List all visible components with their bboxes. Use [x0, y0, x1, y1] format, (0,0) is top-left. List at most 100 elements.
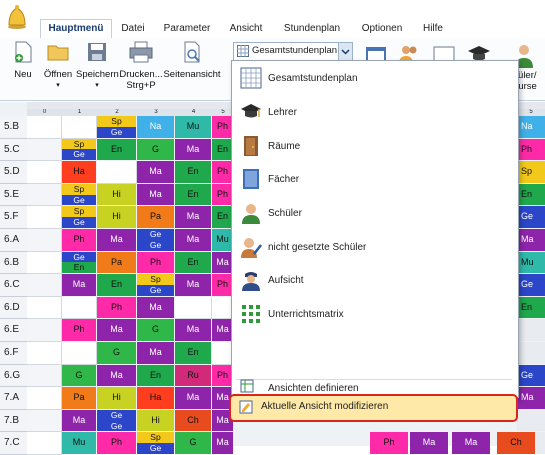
timetable-cell-empty[interactable]: [62, 342, 97, 365]
menu-item-schueler[interactable]: Schüler: [232, 199, 518, 229]
timetable-cell[interactable]: Ma: [62, 409, 96, 432]
timetable-cell[interactable]: Ph: [212, 116, 233, 138]
timetable-cell[interactable]: Ge: [62, 149, 96, 161]
timetable-cell[interactable]: Ma: [97, 319, 136, 341]
timetable-cell[interactable]: En: [97, 274, 136, 296]
timetable-cell-empty[interactable]: [27, 116, 62, 139]
timetable-cell-empty[interactable]: [27, 274, 62, 297]
menu-item-faecher[interactable]: Fächer: [232, 165, 518, 195]
timetable-cell-empty[interactable]: [27, 409, 62, 433]
timetable-cell[interactable]: Mu: [175, 116, 211, 138]
chevron-down-icon[interactable]: [338, 43, 352, 60]
timetable-cell[interactable]: Mu: [517, 251, 545, 274]
timetable-cell[interactable]: En: [175, 251, 211, 274]
timetable-cell[interactable]: En: [517, 183, 545, 206]
timetable-cell[interactable]: Ge: [137, 239, 174, 251]
timetable-cell-empty[interactable]: [27, 206, 62, 229]
row-header[interactable]: 7.B: [0, 409, 28, 433]
timetable-cell[interactable]: Ma: [175, 274, 211, 296]
view-select[interactable]: Gesamtstundenplan: [233, 42, 353, 61]
timetable-cell[interactable]: Sp: [137, 432, 174, 444]
timetable-cell[interactable]: Ge: [97, 420, 136, 432]
timetable-cell[interactable]: G: [62, 364, 96, 387]
timetable-cell[interactable]: Ma: [517, 387, 545, 409]
timetable-cell-empty[interactable]: [27, 251, 62, 275]
timetable-cell[interactable]: Ma: [175, 387, 211, 409]
menu-item-aktuelle-ansicht-modifizieren[interactable]: Aktuelle Ansicht modifizieren: [229, 394, 518, 422]
timetable-cell[interactable]: Ma: [97, 364, 136, 387]
timetable-cell[interactable]: En: [212, 138, 233, 161]
timetable-cell[interactable]: Ph: [97, 296, 136, 319]
row-header[interactable]: 6.G: [0, 364, 28, 388]
timetable-cell[interactable]: Hi: [137, 409, 174, 432]
timetable-cell[interactable]: G: [175, 432, 211, 454]
row-header[interactable]: 5.F: [0, 206, 28, 229]
timetable-cell[interactable]: Hi: [97, 387, 136, 409]
timetable-cell[interactable]: En: [212, 206, 233, 228]
timetable-cell[interactable]: Hi: [97, 206, 136, 228]
timetable-cell[interactable]: Mu: [212, 229, 233, 251]
row-header[interactable]: 5.B: [0, 116, 28, 139]
timetable-cell[interactable]: G: [137, 319, 174, 341]
timetable-cell-empty[interactable]: [62, 296, 97, 320]
timetable-cell[interactable]: [517, 342, 545, 364]
menu-item-raeume[interactable]: Räume: [232, 132, 518, 162]
print-button[interactable]: Drucken... Strg+P: [119, 40, 163, 91]
timetable-cell[interactable]: En: [175, 342, 211, 364]
timetable-cell[interactable]: Ma: [452, 432, 490, 454]
page-preview-button[interactable]: Seitenansicht: [163, 40, 221, 80]
timetable-cell[interactable]: Pa: [62, 387, 96, 409]
menu-item-nicht-gesetzte-schueler[interactable]: nicht gesetzte Schüler: [232, 233, 518, 263]
timetable-cell-empty[interactable]: [27, 387, 62, 410]
timetable-cell[interactable]: Na: [517, 116, 545, 138]
timetable-cell[interactable]: En: [137, 364, 174, 387]
row-header[interactable]: 5.E: [0, 183, 28, 207]
timetable-cell-empty[interactable]: [27, 319, 62, 342]
row-header[interactable]: 6.E: [0, 319, 28, 342]
row-header[interactable]: 6.D: [0, 296, 28, 320]
row-header[interactable]: 5.D: [0, 161, 28, 184]
timetable-cell[interactable]: Hi: [97, 183, 136, 206]
timetable-cell[interactable]: En: [62, 262, 96, 274]
row-header[interactable]: 7.C: [0, 432, 28, 455]
timetable-cell[interactable]: G: [137, 138, 174, 161]
timetable-cell-empty[interactable]: [27, 296, 62, 320]
menu-item-ansichten-definieren[interactable]: Ansichten definieren: [232, 377, 518, 395]
timetable-cell[interactable]: Sp: [137, 274, 174, 285]
timetable-cell[interactable]: Na: [137, 116, 174, 138]
timetable-cell-empty[interactable]: [97, 161, 137, 184]
timetable-cell[interactable]: Ge: [517, 274, 545, 296]
timetable-cell[interactable]: Ph: [212, 161, 233, 183]
timetable-cell-empty[interactable]: [27, 138, 62, 162]
timetable-cell[interactable]: Ge: [97, 409, 136, 421]
timetable-cell[interactable]: En: [175, 183, 211, 206]
tab-ansicht[interactable]: Ansicht: [224, 20, 268, 38]
timetable-cell[interactable]: Ph: [212, 274, 233, 296]
timetable-cell[interactable]: Ma: [137, 183, 174, 206]
timetable-cell[interactable]: Ge: [517, 364, 545, 387]
new-button[interactable]: Neu: [8, 40, 38, 80]
row-header[interactable]: 7.A: [0, 387, 28, 410]
menu-item-unterrichtsmatrix[interactable]: Unterrichtsmatrix: [232, 300, 518, 330]
timetable-cell[interactable]: En: [175, 161, 211, 183]
row-header[interactable]: 6.A: [0, 229, 28, 252]
tab-datei[interactable]: Datei: [116, 20, 150, 38]
timetable-cell[interactable]: [517, 409, 545, 432]
open-button[interactable]: Öffnen ▾: [40, 40, 76, 91]
timetable-cell[interactable]: Ma: [410, 432, 448, 454]
timetable-cell[interactable]: Ma: [212, 432, 233, 454]
timetable-cell[interactable]: [517, 319, 545, 341]
timetable-cell[interactable]: Ge: [62, 251, 96, 263]
timetable-cell[interactable]: Ma: [175, 229, 211, 251]
timetable-cell[interactable]: Sp: [62, 138, 96, 150]
timetable-cell-empty[interactable]: [27, 342, 62, 365]
row-header[interactable]: 5.C: [0, 138, 28, 162]
timetable-cell[interactable]: Mu: [62, 432, 96, 454]
bell-app-icon[interactable]: [4, 2, 30, 30]
timetable-cell[interactable]: Ma: [97, 229, 136, 251]
menu-item-aufsicht[interactable]: Aufsicht: [232, 266, 518, 296]
timetable-cell-empty[interactable]: [27, 183, 62, 207]
timetable-cell[interactable]: Ge: [62, 194, 96, 206]
timetable-cell[interactable]: G: [97, 342, 136, 364]
menu-item-lehrer[interactable]: Lehrer: [232, 98, 518, 128]
